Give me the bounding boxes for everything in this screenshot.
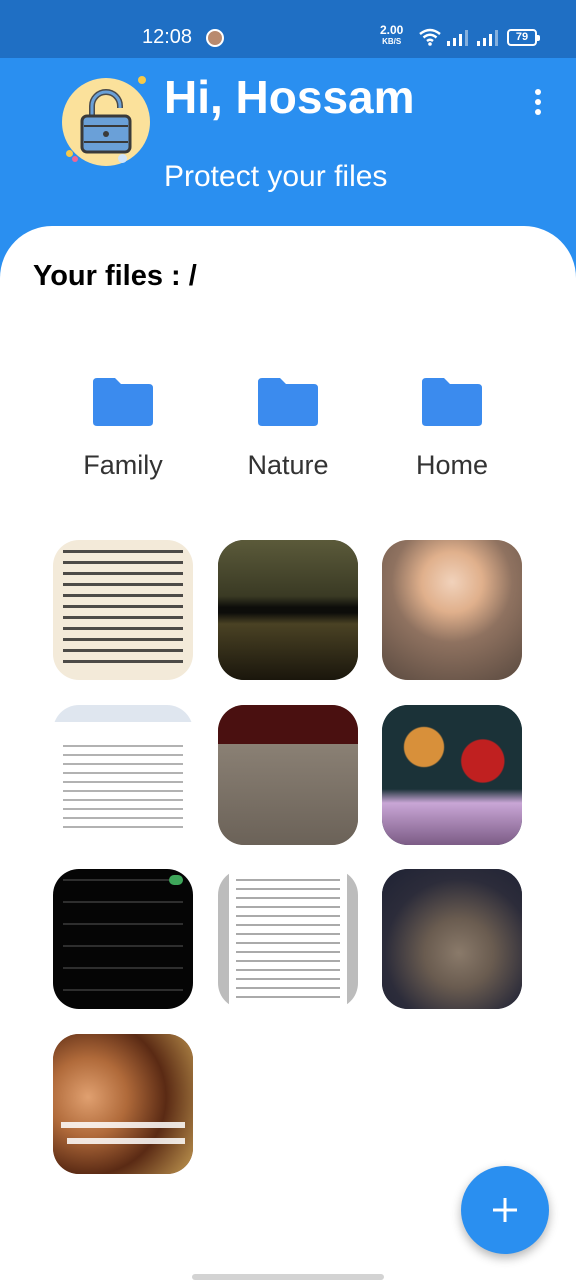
image-thumbnail[interactable] [218, 705, 358, 845]
thumbnail-image [382, 869, 522, 1009]
network-speed-value: 2.00 [380, 23, 404, 37]
thumbnail-image [382, 540, 522, 680]
thumbnail-image [53, 540, 193, 680]
folder-icon [422, 378, 482, 426]
thumbnail-image [218, 869, 358, 1009]
cell-signal-icon [477, 30, 498, 46]
more-vertical-icon [535, 109, 541, 115]
cell-signal-icon [447, 30, 468, 46]
greeting-title: Hi, Hossam [164, 71, 415, 123]
image-thumbnail[interactable] [53, 705, 193, 845]
image-thumbnail[interactable] [382, 705, 522, 845]
more-vertical-icon [535, 99, 541, 105]
folder-label: Family [83, 450, 163, 480]
folder-label: Home [415, 450, 489, 480]
folder-item-family[interactable]: Family [53, 376, 193, 481]
wifi-icon [419, 28, 441, 46]
more-options-button[interactable] [526, 84, 550, 120]
decor-dot [138, 76, 146, 84]
app-logo [62, 78, 150, 166]
header: Hi, Hossam Protect your files [0, 58, 576, 238]
thumbnail-image [382, 705, 522, 845]
thumbnail-image [53, 869, 193, 1009]
image-thumbnail[interactable] [382, 540, 522, 680]
network-speed-unit: KB/S [382, 37, 402, 46]
folder-item-home[interactable]: Home [382, 376, 522, 481]
plus-icon [493, 1198, 517, 1222]
files-panel: Your files : / Family Nature Home [0, 226, 576, 1280]
folder-icon [258, 378, 318, 426]
add-file-button[interactable] [461, 1166, 549, 1254]
battery-icon: 79 [507, 29, 540, 46]
thumbnail-image [53, 705, 193, 845]
network-speed: 2.00 KB/S [380, 23, 404, 47]
gesture-navigation-bar[interactable] [192, 1274, 384, 1280]
thumbnail-image [218, 540, 358, 680]
unlocked-padlock-icon [80, 89, 132, 154]
status-bar: 12:08 2.00 KB/S 79 [0, 0, 576, 58]
decor-dot [72, 156, 78, 162]
image-thumbnail[interactable] [53, 869, 193, 1009]
folder-label: Nature [247, 450, 329, 480]
greeting-subtitle: Protect your files [164, 160, 388, 193]
folder-icon [93, 378, 153, 426]
image-thumbnail[interactable] [382, 869, 522, 1009]
image-thumbnail[interactable] [218, 869, 358, 1009]
decor-dot [118, 154, 127, 163]
thumbnail-image [53, 1034, 193, 1174]
image-thumbnail[interactable] [218, 540, 358, 680]
thumbnail-image [218, 705, 358, 845]
status-notification-avatar-icon [206, 29, 224, 47]
image-thumbnail[interactable] [53, 540, 193, 680]
more-vertical-icon [535, 89, 541, 95]
folder-item-nature[interactable]: Nature [218, 376, 358, 481]
files-path-title: Your files : / [33, 260, 197, 292]
status-time: 12:08 [142, 26, 193, 48]
image-thumbnail[interactable] [53, 1034, 193, 1174]
